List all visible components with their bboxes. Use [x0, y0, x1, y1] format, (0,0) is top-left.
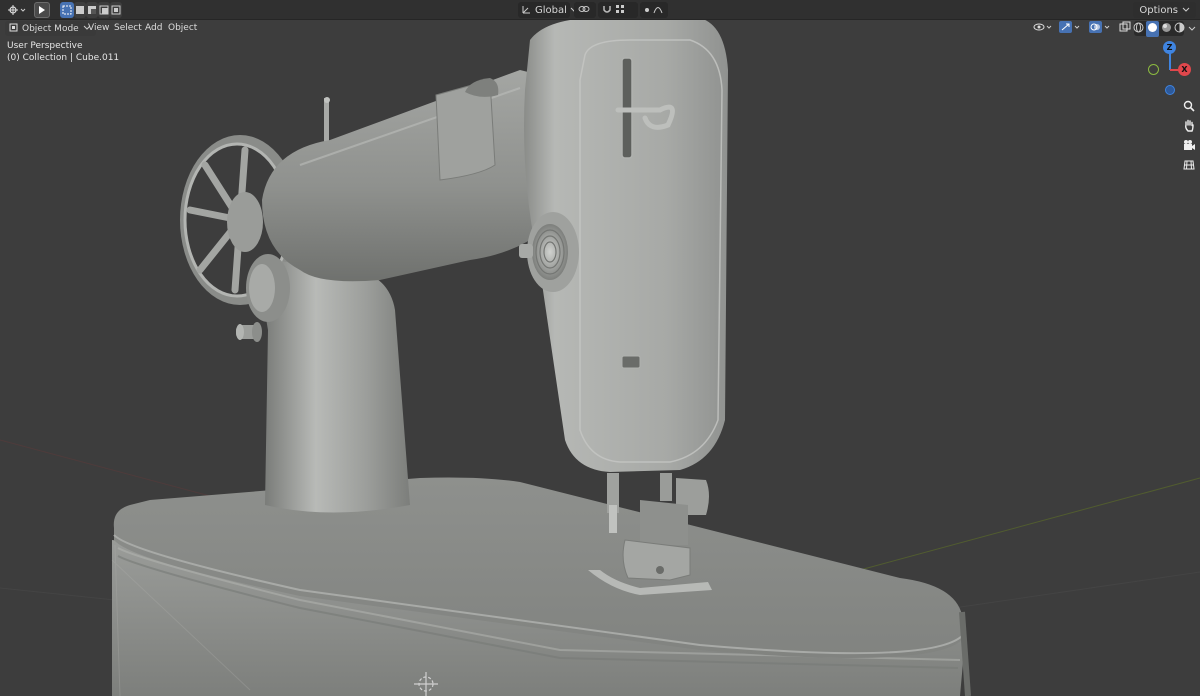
snap-grid-icon: [615, 4, 625, 17]
interaction-mode-dropdown[interactable]: Object Mode: [5, 21, 96, 36]
viewport-top-header: Global Options: [0, 0, 1200, 20]
camera-view-button[interactable]: [1180, 137, 1198, 155]
select-mode-subtract-button[interactable]: [86, 2, 98, 18]
link-icon: [578, 4, 590, 17]
grid-icon: [1183, 159, 1195, 174]
options-label: Options: [1139, 4, 1178, 16]
square-select-icon: [62, 5, 72, 15]
ortho-toggle-button[interactable]: [1180, 157, 1198, 175]
select-mode-invert-button[interactable]: [98, 2, 110, 18]
visibility-dropdown[interactable]: [1032, 21, 1054, 36]
zoom-button[interactable]: [1180, 98, 1198, 116]
pan-button[interactable]: [1180, 118, 1198, 136]
solid-shading-icon[interactable]: [1146, 20, 1159, 37]
orientation-label: Global: [535, 4, 567, 16]
rendered-shading-icon[interactable]: [1174, 22, 1185, 36]
shading-options-dropdown[interactable]: [1186, 21, 1198, 36]
gizmo-arrow-icon: [1059, 21, 1081, 36]
menu-object[interactable]: Object: [165, 22, 200, 35]
options-dropdown[interactable]: Options: [1133, 2, 1196, 18]
select-mode-extend-button[interactable]: [74, 2, 86, 18]
3d-viewport-scene[interactable]: [0, 0, 1200, 696]
editor-type-button[interactable]: [6, 2, 28, 18]
viewport-header: Object Mode View Select Add Object: [0, 20, 1200, 37]
select-mode-intersect-button[interactable]: [110, 2, 122, 18]
select-mode-new-button[interactable]: [60, 2, 74, 18]
gizmo-x-label: X: [1181, 65, 1188, 74]
gizmo-x-axis[interactable]: X: [1178, 63, 1191, 76]
falloff-curve-icon: [653, 4, 663, 17]
gizmo-z-label: Z: [1166, 43, 1173, 52]
chevron-down-icon: [1182, 5, 1190, 16]
material-shading-icon[interactable]: [1161, 22, 1172, 36]
mode-label: Object Mode: [22, 23, 79, 34]
eye-icon: [1033, 21, 1053, 36]
shading-mode-group: [1133, 20, 1185, 37]
hand-icon: [1183, 119, 1195, 135]
transform-orientation-dropdown[interactable]: Global: [518, 2, 578, 18]
active-object-label: (0) Collection | Cube.011: [7, 52, 120, 63]
menu-view[interactable]: View: [85, 22, 112, 35]
proportional-dot-icon: [644, 5, 650, 16]
menu-select[interactable]: Select: [111, 22, 145, 35]
square-intersect-icon: [111, 5, 121, 15]
tool-select-button[interactable]: [34, 2, 50, 18]
gizmo-neg-z-axis[interactable]: [1165, 85, 1175, 95]
square-extend-icon: [75, 5, 85, 15]
overlay-circles-icon: [1089, 21, 1111, 36]
proportional-editing-toggle[interactable]: [640, 2, 668, 18]
square-subtract-icon: [87, 5, 97, 15]
menu-add[interactable]: Add: [142, 22, 165, 35]
gizmo-toggle[interactable]: [1058, 21, 1082, 36]
wireframe-shading-icon[interactable]: [1133, 22, 1144, 36]
select-box-icon: [37, 5, 47, 15]
chevron-down-icon: [1188, 22, 1196, 35]
zoom-icon: [1183, 100, 1195, 115]
snap-toggle[interactable]: [598, 2, 638, 18]
pivot-point-dropdown[interactable]: [574, 2, 596, 18]
perspective-label: User Perspective: [7, 41, 83, 51]
magnet-icon: [602, 4, 612, 17]
object-mode-icon: [9, 23, 18, 35]
gizmo-neg-y-axis[interactable]: [1148, 64, 1159, 75]
xray-icon: [1119, 21, 1131, 36]
viewport-info-overlay: User Perspective (0) Collection | Cube.0…: [7, 41, 119, 64]
square-invert-icon: [99, 5, 109, 15]
overlays-toggle[interactable]: [1088, 21, 1112, 36]
camera-icon: [1183, 139, 1196, 154]
xray-toggle[interactable]: [1118, 21, 1132, 36]
cursor-icon: [7, 4, 27, 16]
gizmo-z-axis[interactable]: Z: [1163, 41, 1176, 54]
orientation-axis-icon: [522, 4, 532, 17]
